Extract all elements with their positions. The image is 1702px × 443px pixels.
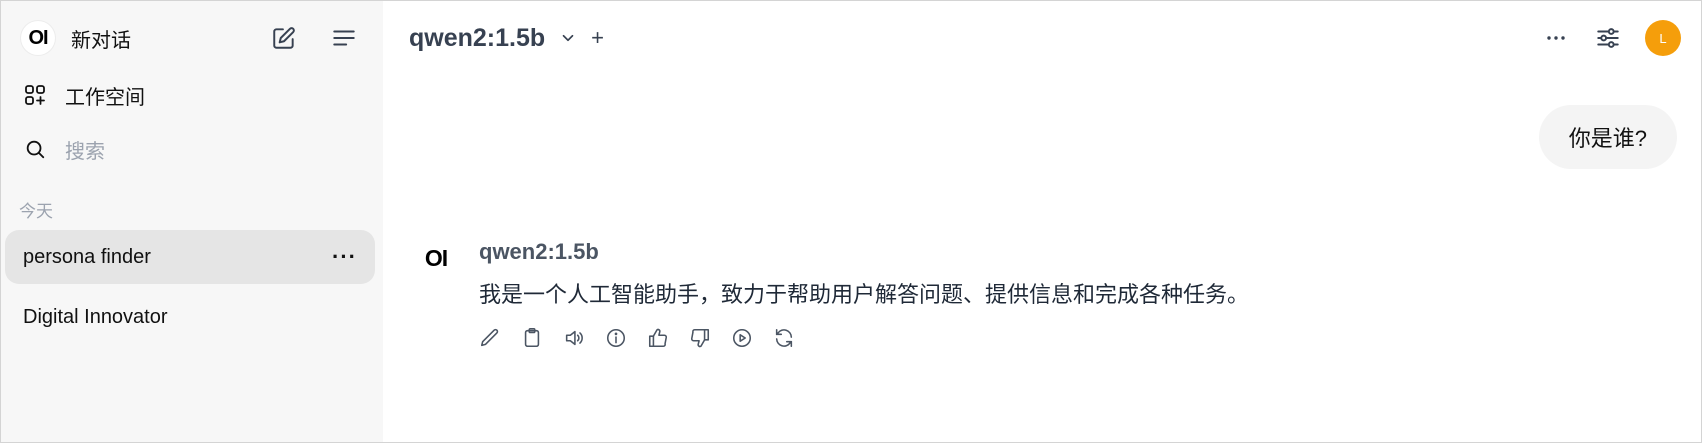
chat-item-persona-finder[interactable]: persona finder ··· [5,230,375,284]
new-chat-button[interactable] [265,19,303,57]
search-icon [23,137,47,161]
continue-button[interactable] [725,321,759,355]
workspace-label: 工作空间 [65,86,145,109]
copy-button[interactable] [515,321,549,355]
thumbs-down-icon [690,328,710,348]
message-actions [473,321,809,355]
chat-menu-button[interactable]: ··· [332,244,357,270]
assistant-avatar: OI [424,244,448,271]
thumbs-down-button[interactable] [683,321,717,355]
workspace-grid-icon [23,83,47,107]
header-actions: L [1537,19,1681,57]
model-selector[interactable]: qwen2:1.5b + [409,19,604,57]
user-message-text: 你是谁? [1568,126,1647,151]
search-placeholder: 搜索 [65,140,105,163]
chevron-down-icon[interactable] [559,29,577,47]
more-options-button[interactable] [1537,19,1575,57]
user-avatar[interactable]: L [1645,20,1681,56]
info-button[interactable] [599,321,633,355]
app-logo[interactable]: OI [21,21,55,55]
compose-icon [273,27,295,49]
sliders-icon [1597,28,1619,48]
chat-title: Digital Innovator [23,305,168,328]
chat-controls-button[interactable] [1589,19,1627,57]
play-icon [732,328,752,348]
app-window: OI 新对话 工作空间 搜索 今天 persona finder ··· Dig… [0,0,1702,443]
new-chat-label[interactable]: 新对话 [71,24,265,53]
chat-title: persona finder [23,245,151,268]
copy-icon [524,328,540,348]
sidebar-item-workspace[interactable]: 工作空间 [23,77,363,113]
user-message-bubble: 你是谁? [1538,105,1677,169]
info-icon [606,328,626,348]
read-aloud-button[interactable] [557,321,591,355]
more-horizontal-icon [1547,36,1565,40]
thumbs-up-icon [648,328,668,348]
regenerate-button[interactable] [767,321,801,355]
assistant-model-name: qwen2:1.5b [479,239,599,264]
regenerate-icon [775,328,793,348]
section-today-label: 今天 [19,202,53,221]
add-model-button[interactable]: + [591,25,604,51]
sidebar-toggle-button[interactable] [325,19,363,57]
chat-main: qwen2:1.5b + L 你是谁? OI qwen2:1.5b 我是一个人工… [383,1,1701,442]
assistant-message-text: 我是一个人工智能助手，致力于帮助用户解答问题、提供信息和完成各种任务。 [479,282,1250,307]
search-input[interactable]: 搜索 [23,131,363,167]
thumbs-up-button[interactable] [641,321,675,355]
edit-button[interactable] [473,321,507,355]
read-aloud-icon [565,330,583,346]
sidebar-header: OI 新对话 [21,19,363,57]
menu-icon [333,30,355,46]
sidebar: OI 新对话 工作空间 搜索 今天 persona finder ··· Dig… [1,1,383,442]
edit-icon [480,328,499,347]
chat-item-digital-innovator[interactable]: Digital Innovator [5,290,375,344]
model-name[interactable]: qwen2:1.5b [409,24,545,53]
